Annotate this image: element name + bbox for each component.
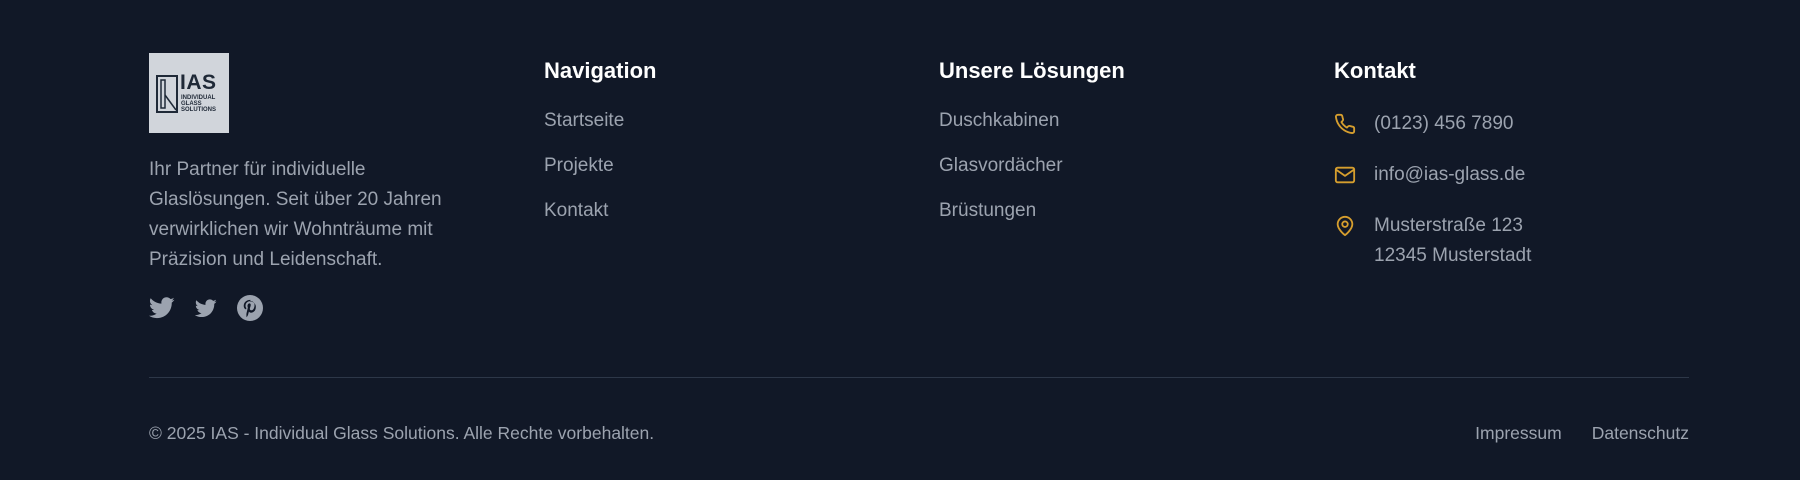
footer-divider [149, 377, 1689, 378]
impressum-link[interactable]: Impressum [1475, 421, 1562, 445]
pinterest-icon [237, 295, 263, 321]
company-logo[interactable]: IAS INDIVIDUAL GLASS SOLUTIONS [149, 53, 229, 133]
solutions-heading: Unsere Lösungen [939, 58, 1125, 83]
brand-column: IAS INDIVIDUAL GLASS SOLUTIONS Ihr Partn… [149, 53, 544, 321]
brand-description: Ihr Partner für individuelle Glaslösunge… [149, 159, 442, 270]
contact-address: Musterstraße 123 12345 Musterstadt [1334, 211, 1689, 271]
solution-link-duschkabinen[interactable]: Duschkabinen [939, 109, 1334, 133]
contact-phone[interactable]: (0123) 456 7890 [1334, 109, 1689, 145]
contact-column: Kontakt (0123) 456 7890 info@ias-glass.d… [1334, 53, 1689, 321]
solution-link-glasvordaecher[interactable]: Glasvordächer [939, 154, 1334, 178]
nav-link-projekte[interactable]: Projekte [544, 154, 939, 178]
mail-icon [1334, 160, 1374, 196]
logo-subtext: INDIVIDUAL GLASS SOLUTIONS [181, 95, 217, 113]
map-pin-icon [1334, 211, 1374, 247]
footer-columns: IAS INDIVIDUAL GLASS SOLUTIONS Ihr Partn… [149, 53, 1689, 321]
contact-heading: Kontakt [1334, 58, 1416, 83]
twitter-icon [149, 297, 175, 319]
pinterest-link[interactable] [237, 295, 263, 321]
site-footer: IAS INDIVIDUAL GLASS SOLUTIONS Ihr Partn… [0, 0, 1800, 480]
navigation-column: Navigation Startseite Projekte Kontakt [544, 53, 939, 321]
address-block: Musterstraße 123 12345 Musterstadt [1374, 211, 1531, 271]
twitter-link[interactable] [149, 297, 175, 319]
solution-link-bruestungen[interactable]: Brüstungen [939, 199, 1334, 223]
copyright-text: © 2025 IAS - Individual Glass Solutions.… [149, 423, 655, 443]
navigation-list: Startseite Projekte Kontakt [544, 109, 939, 223]
solutions-list: Duschkabinen Glasvordächer Brüstungen [939, 109, 1334, 223]
contact-email[interactable]: info@ias-glass.de [1334, 160, 1689, 196]
nav-link-startseite[interactable]: Startseite [544, 109, 939, 133]
datenschutz-link[interactable]: Datenschutz [1592, 421, 1689, 445]
twitter-icon [195, 298, 217, 317]
navigation-heading: Navigation [544, 58, 657, 83]
legal-links: Impressum Datenschutz [1475, 421, 1689, 445]
logo-mark-icon [156, 75, 178, 113]
twitter-link-secondary[interactable] [195, 298, 217, 318]
address-city: 12345 Musterstadt [1374, 245, 1532, 266]
nav-link-kontakt[interactable]: Kontakt [544, 199, 939, 223]
social-links [149, 295, 544, 321]
address-street: Musterstraße 123 [1374, 215, 1523, 236]
email-address: info@ias-glass.de [1374, 164, 1526, 185]
solutions-column: Unsere Lösungen Duschkabinen Glasvordäch… [939, 53, 1334, 321]
logo-text: IAS [180, 71, 217, 94]
phone-icon [1334, 109, 1374, 145]
phone-number: (0123) 456 7890 [1374, 113, 1514, 134]
